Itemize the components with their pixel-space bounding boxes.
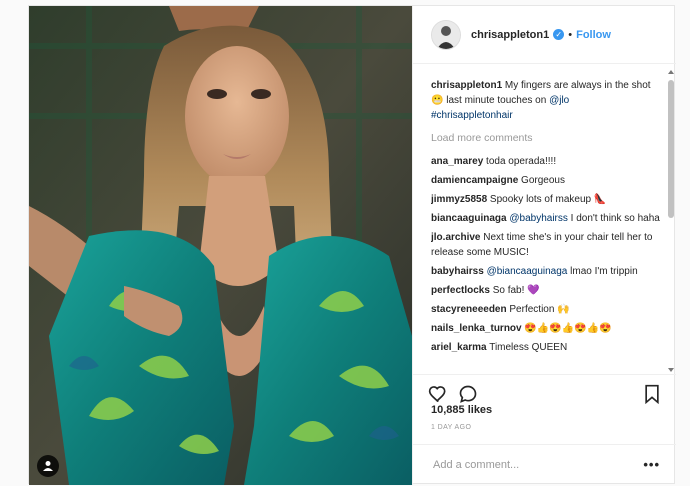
comment-text: 😍👍😍👍😍👍😍 [521,323,612,334]
comment-mention[interactable]: @babyhairss [509,213,568,224]
list-item: perfectlocks So fab! 💜 [431,283,663,298]
list-item: damiencampaigne Gorgeous [431,173,663,188]
post-header: chrisappleton1 ✓ • Follow [413,6,676,64]
avatar[interactable] [431,19,461,50]
comments-list[interactable]: chrisappleton1 My fingers are always in … [431,78,663,370]
follow-button[interactable]: Follow [576,29,611,41]
comment-text: Spooky lots of makeup 👠 [487,194,607,205]
comment-text: So fab! 💜 [489,285,540,296]
comment-username[interactable]: biancaaguinaga [431,213,507,224]
separator-dot: • [568,28,573,41]
post-timestamp[interactable]: 1 DAY AGO [431,424,471,431]
comment-text: lmao I'm trippin [567,266,638,277]
heart-icon[interactable] [427,383,449,405]
comments-scrollbar[interactable] [667,68,675,374]
list-item: jimmyz5858 Spooky lots of makeup 👠 [431,192,663,207]
list-item: nails_lenka_turnov 😍👍😍👍😍👍😍 [431,321,663,336]
list-item: ariel_karma Timeless QUEEN [431,340,663,355]
comment-username[interactable]: ariel_karma [431,342,487,353]
caption-username[interactable]: chrisappleton1 [431,80,502,91]
comment-username[interactable]: stacyreneeeden [431,304,507,315]
scrollbar-thumb[interactable] [668,80,674,218]
comment-text: Timeless QUEEN [486,342,568,353]
list-item: ana_marey toda operada!!!! [431,154,663,169]
caption-hashtag[interactable]: #chrisappletonhair [431,110,513,121]
comment-username[interactable]: perfectlocks [431,285,490,296]
comment-text: Gorgeous [518,175,565,186]
list-item: biancaaguinaga @babyhairss I don't think… [431,211,663,226]
comment-icon[interactable] [457,383,479,405]
comment-text: I don't think so haha [567,213,660,224]
bookmark-icon[interactable] [641,383,663,405]
post-modal: chrisappleton1 ✓ • Follow chrisappleton1… [28,5,676,485]
caption-mention[interactable]: @jlo [549,95,569,106]
load-more-comments-button[interactable]: Load more comments [431,131,663,146]
add-comment-input[interactable] [431,458,635,472]
comment-text: Perfection 🙌 [506,304,570,315]
scroll-up-arrow-icon[interactable] [668,70,674,74]
scroll-down-arrow-icon[interactable] [668,368,674,372]
comment-username[interactable]: nails_lenka_turnov [431,323,522,334]
list-item: jlo.archive Next time she's in your chai… [431,230,663,260]
post-author-username[interactable]: chrisappleton1 [471,29,549,41]
comment-username[interactable]: ana_marey [431,156,483,167]
likes-count[interactable]: 10,885 likes [431,404,492,416]
comment-username[interactable]: jlo.archive [431,232,480,243]
post-photo[interactable] [29,6,412,485]
comment-username[interactable]: babyhairss [431,266,484,277]
comment-username[interactable]: damiencampaigne [431,175,518,186]
more-options-icon[interactable]: ••• [643,457,660,472]
post-sidebar: chrisappleton1 ✓ • Follow chrisappleton1… [412,6,676,485]
list-item: stacyreneeeden Perfection 🙌 [431,302,663,317]
add-comment-bar: ••• [413,444,676,485]
user-tag-icon[interactable] [37,455,59,477]
list-item: babyhairss @biancaaguinaga lmao I'm trip… [431,264,663,279]
comment-text: toda operada!!!! [483,156,557,167]
caption: chrisappleton1 My fingers are always in … [431,78,663,123]
comment-username[interactable]: jimmyz5858 [431,194,487,205]
verified-badge-icon: ✓ [553,29,565,40]
comment-mention[interactable]: @biancaaguinaga [487,266,568,277]
